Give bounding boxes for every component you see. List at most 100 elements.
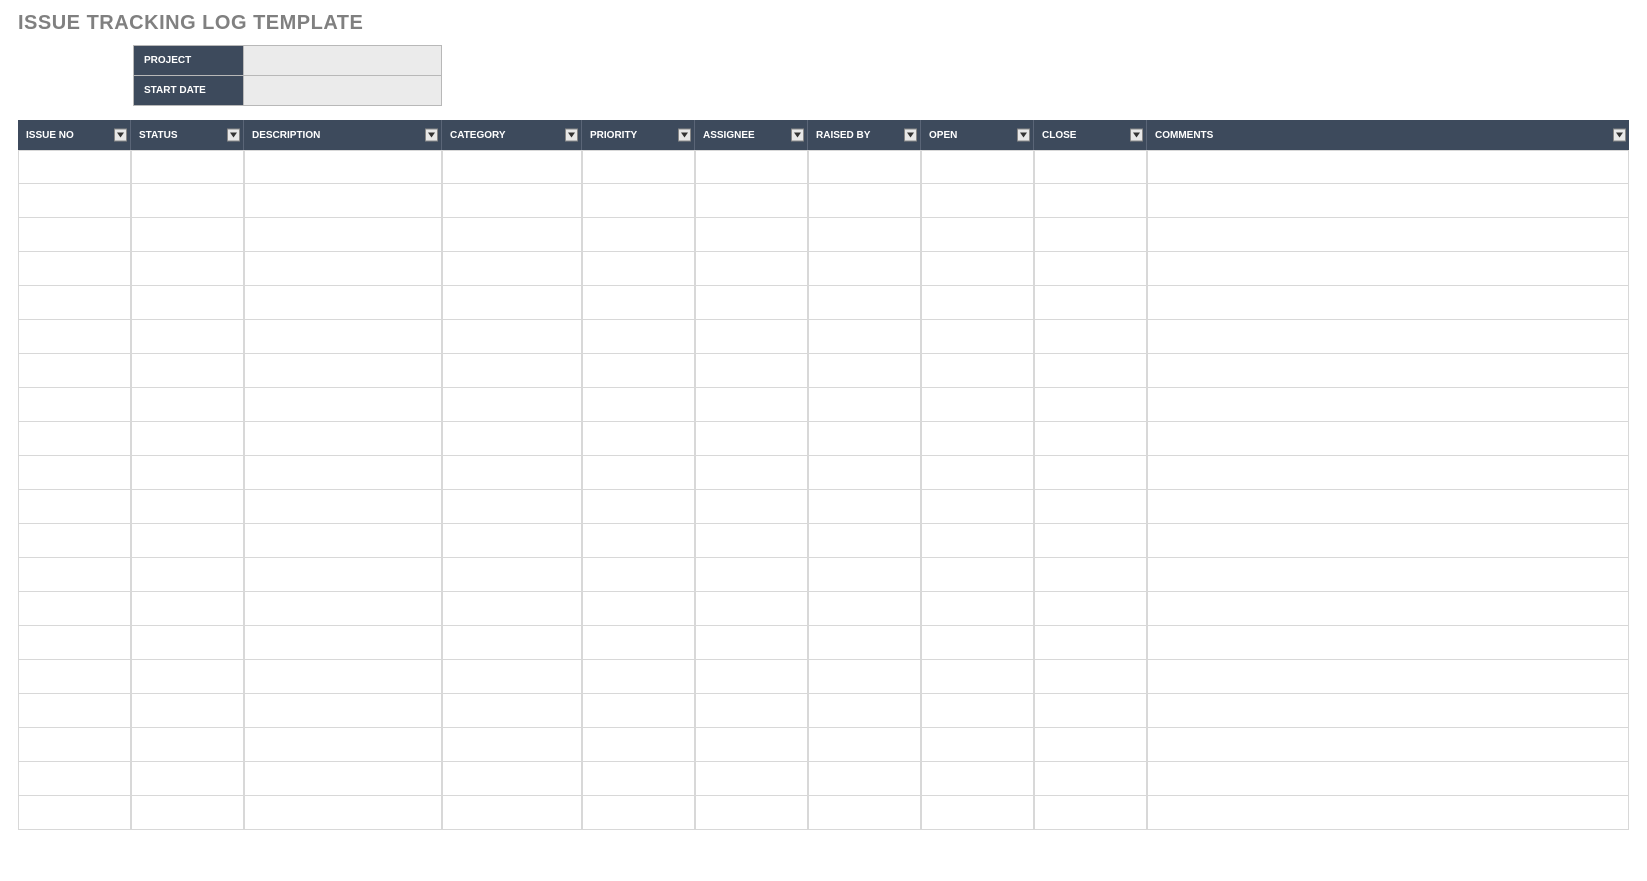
cell-comments[interactable] xyxy=(1147,796,1629,830)
cell-assignee[interactable] xyxy=(695,150,808,184)
cell-close[interactable] xyxy=(1034,252,1147,286)
cell-assignee[interactable] xyxy=(695,388,808,422)
cell-priority[interactable] xyxy=(582,456,695,490)
cell-open[interactable] xyxy=(921,320,1034,354)
cell-open[interactable] xyxy=(921,286,1034,320)
cell-close[interactable] xyxy=(1034,728,1147,762)
cell-assignee[interactable] xyxy=(695,422,808,456)
cell-category[interactable] xyxy=(442,490,582,524)
cell-raised_by[interactable] xyxy=(808,354,921,388)
cell-assignee[interactable] xyxy=(695,456,808,490)
cell-status[interactable] xyxy=(131,660,244,694)
cell-raised_by[interactable] xyxy=(808,320,921,354)
cell-description[interactable] xyxy=(244,354,442,388)
cell-close[interactable] xyxy=(1034,456,1147,490)
cell-priority[interactable] xyxy=(582,524,695,558)
cell-raised_by[interactable] xyxy=(808,592,921,626)
cell-description[interactable] xyxy=(244,558,442,592)
cell-comments[interactable] xyxy=(1147,320,1629,354)
cell-category[interactable] xyxy=(442,286,582,320)
meta-start-date-value[interactable] xyxy=(244,76,442,106)
cell-open[interactable] xyxy=(921,796,1034,830)
cell-issue_no[interactable] xyxy=(18,252,131,286)
cell-priority[interactable] xyxy=(582,796,695,830)
cell-open[interactable] xyxy=(921,252,1034,286)
cell-assignee[interactable] xyxy=(695,626,808,660)
cell-open[interactable] xyxy=(921,490,1034,524)
cell-status[interactable] xyxy=(131,762,244,796)
cell-priority[interactable] xyxy=(582,286,695,320)
cell-status[interactable] xyxy=(131,728,244,762)
filter-dropdown-icon[interactable] xyxy=(425,129,438,142)
cell-priority[interactable] xyxy=(582,592,695,626)
filter-dropdown-icon[interactable] xyxy=(1613,129,1626,142)
cell-open[interactable] xyxy=(921,558,1034,592)
cell-status[interactable] xyxy=(131,354,244,388)
cell-close[interactable] xyxy=(1034,762,1147,796)
cell-issue_no[interactable] xyxy=(18,354,131,388)
cell-close[interactable] xyxy=(1034,592,1147,626)
cell-comments[interactable] xyxy=(1147,626,1629,660)
cell-comments[interactable] xyxy=(1147,252,1629,286)
cell-assignee[interactable] xyxy=(695,320,808,354)
cell-comments[interactable] xyxy=(1147,286,1629,320)
cell-status[interactable] xyxy=(131,524,244,558)
cell-issue_no[interactable] xyxy=(18,626,131,660)
filter-dropdown-icon[interactable] xyxy=(227,129,240,142)
cell-assignee[interactable] xyxy=(695,490,808,524)
filter-dropdown-icon[interactable] xyxy=(1017,129,1030,142)
cell-close[interactable] xyxy=(1034,286,1147,320)
cell-raised_by[interactable] xyxy=(808,252,921,286)
cell-raised_by[interactable] xyxy=(808,490,921,524)
cell-category[interactable] xyxy=(442,524,582,558)
cell-open[interactable] xyxy=(921,524,1034,558)
cell-open[interactable] xyxy=(921,626,1034,660)
cell-status[interactable] xyxy=(131,388,244,422)
cell-assignee[interactable] xyxy=(695,694,808,728)
cell-open[interactable] xyxy=(921,762,1034,796)
cell-priority[interactable] xyxy=(582,354,695,388)
cell-close[interactable] xyxy=(1034,218,1147,252)
cell-priority[interactable] xyxy=(582,728,695,762)
cell-comments[interactable] xyxy=(1147,524,1629,558)
cell-status[interactable] xyxy=(131,592,244,626)
cell-comments[interactable] xyxy=(1147,728,1629,762)
cell-close[interactable] xyxy=(1034,558,1147,592)
cell-status[interactable] xyxy=(131,694,244,728)
cell-description[interactable] xyxy=(244,490,442,524)
cell-issue_no[interactable] xyxy=(18,456,131,490)
cell-status[interactable] xyxy=(131,286,244,320)
cell-close[interactable] xyxy=(1034,796,1147,830)
cell-assignee[interactable] xyxy=(695,252,808,286)
cell-category[interactable] xyxy=(442,728,582,762)
cell-category[interactable] xyxy=(442,388,582,422)
cell-category[interactable] xyxy=(442,150,582,184)
cell-description[interactable] xyxy=(244,592,442,626)
cell-close[interactable] xyxy=(1034,524,1147,558)
cell-assignee[interactable] xyxy=(695,218,808,252)
cell-description[interactable] xyxy=(244,286,442,320)
cell-issue_no[interactable] xyxy=(18,728,131,762)
cell-description[interactable] xyxy=(244,252,442,286)
cell-issue_no[interactable] xyxy=(18,218,131,252)
cell-open[interactable] xyxy=(921,728,1034,762)
cell-category[interactable] xyxy=(442,762,582,796)
column-header-status[interactable]: STATUS xyxy=(131,120,244,150)
cell-comments[interactable] xyxy=(1147,354,1629,388)
cell-status[interactable] xyxy=(131,218,244,252)
cell-open[interactable] xyxy=(921,150,1034,184)
cell-description[interactable] xyxy=(244,184,442,218)
cell-comments[interactable] xyxy=(1147,150,1629,184)
cell-priority[interactable] xyxy=(582,626,695,660)
cell-close[interactable] xyxy=(1034,184,1147,218)
cell-issue_no[interactable] xyxy=(18,524,131,558)
cell-open[interactable] xyxy=(921,456,1034,490)
cell-comments[interactable] xyxy=(1147,422,1629,456)
meta-project-value[interactable] xyxy=(244,46,442,76)
cell-raised_by[interactable] xyxy=(808,762,921,796)
cell-raised_by[interactable] xyxy=(808,150,921,184)
cell-description[interactable] xyxy=(244,388,442,422)
cell-category[interactable] xyxy=(442,694,582,728)
cell-raised_by[interactable] xyxy=(808,456,921,490)
cell-description[interactable] xyxy=(244,762,442,796)
